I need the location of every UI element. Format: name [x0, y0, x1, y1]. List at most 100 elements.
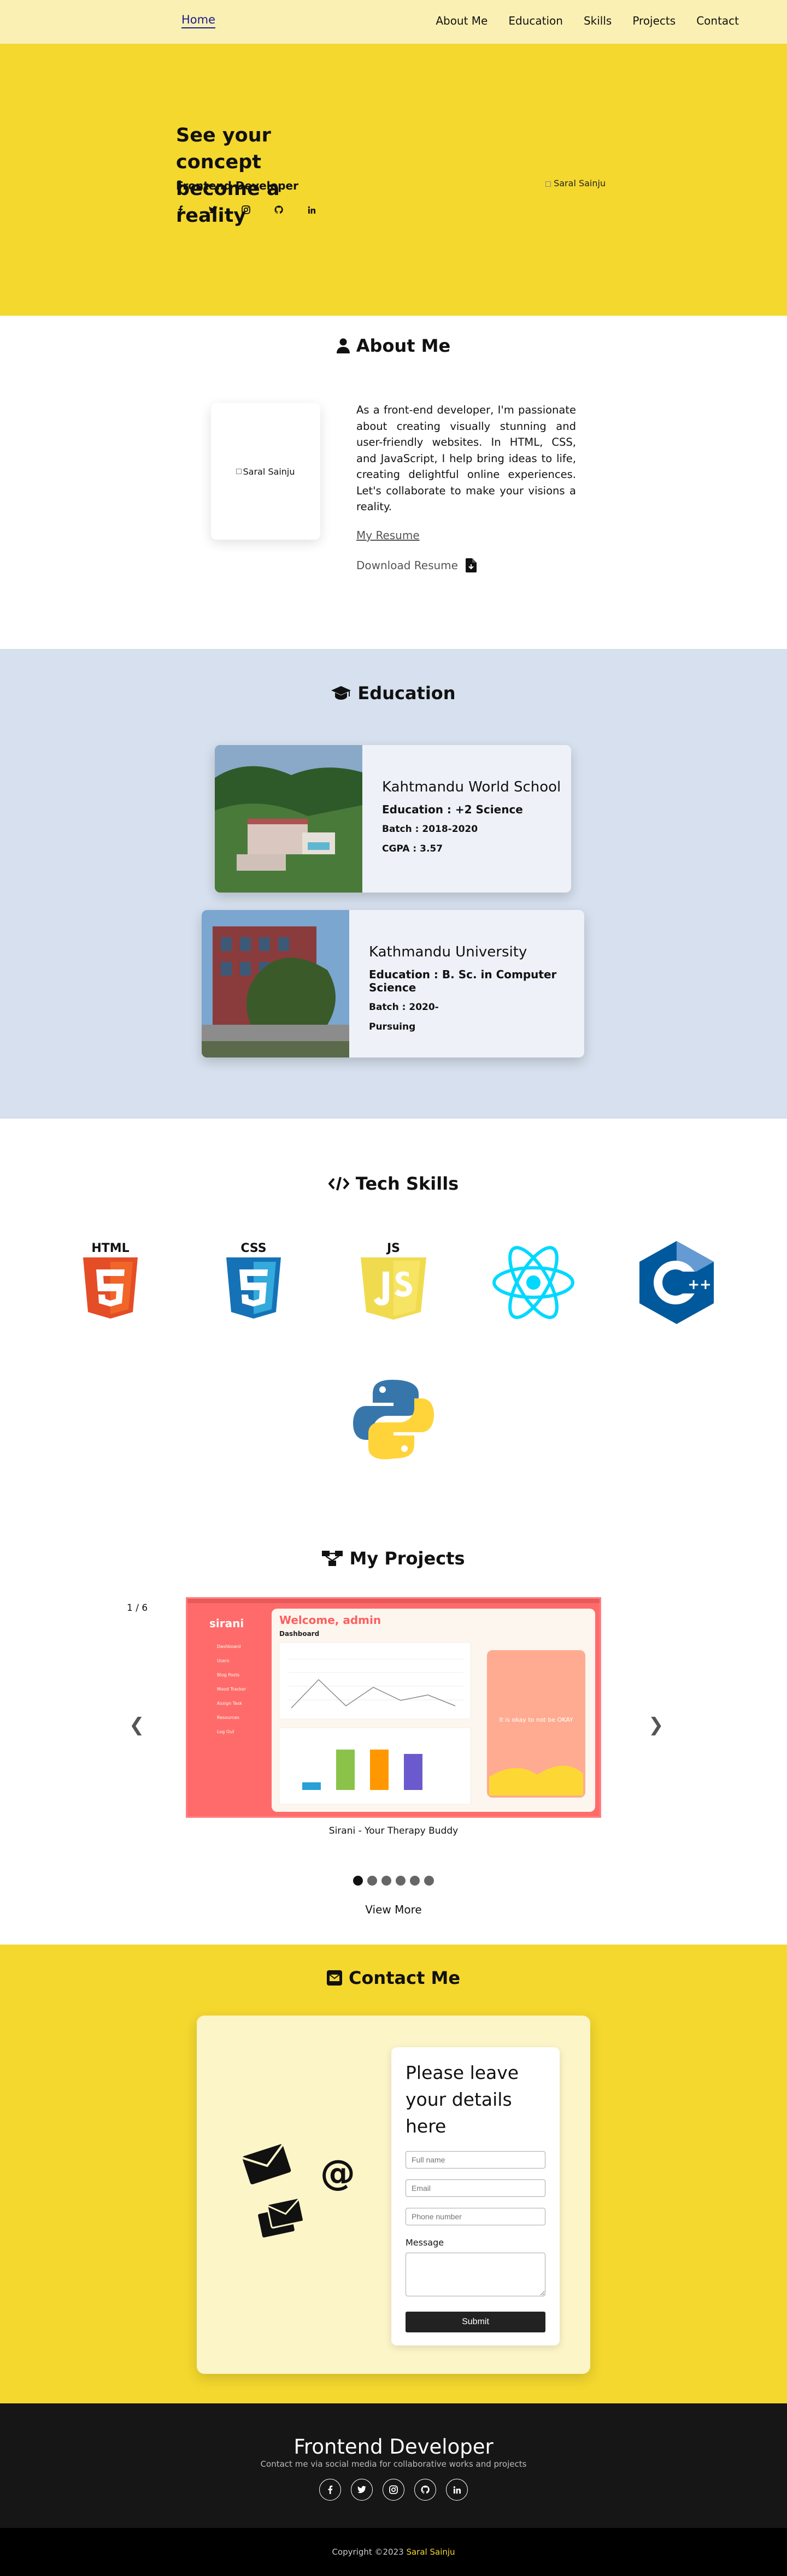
twitter-icon[interactable]: [209, 205, 218, 214]
form-heading: Please leave your details here: [406, 2062, 519, 2137]
slide-dot[interactable]: [410, 1876, 420, 1886]
hero-portrait-alt: Saral Sainju: [554, 178, 606, 188]
nav-education-link[interactable]: Education: [508, 14, 563, 27]
slide-dot[interactable]: [367, 1876, 377, 1886]
copyright-bar: Copyright ©2023 Saral Sainju: [0, 2528, 787, 2576]
nav-about-link[interactable]: About Me: [436, 14, 488, 27]
project-menu-item: Users: [217, 1658, 229, 1663]
resume-link[interactable]: My Resume: [356, 529, 420, 542]
education-info: Kathmandu University Education : B. Sc. …: [369, 944, 584, 1041]
github-icon[interactable]: [414, 2479, 436, 2501]
copyright-name: Saral Sainju: [406, 2547, 455, 2557]
copyright-text: Copyright ©2023: [332, 2547, 404, 2557]
education-info: Kahtmandu World School Education : +2 Sc…: [382, 779, 561, 863]
skills-title: Tech Skills: [0, 1173, 787, 1194]
broken-image-icon: [545, 181, 551, 187]
project-menu-item: Blog Posts: [217, 1673, 239, 1677]
contact-section: Contact Me @ Please leave your details h…: [0, 1945, 787, 2403]
projects-title-text: My Projects: [349, 1548, 465, 1569]
education-level: Education : B. Sc. in Computer Science: [369, 968, 557, 994]
education-card: Kathmandu University Education : B. Sc. …: [202, 910, 584, 1057]
project-dashboard-title: Dashboard: [279, 1630, 319, 1638]
python-icon: [353, 1380, 434, 1460]
code-icon: [328, 1177, 349, 1191]
view-more-link[interactable]: View More: [0, 1903, 787, 1916]
project-welcome: Welcome, admin: [279, 1614, 381, 1627]
sitemap-icon: [322, 1551, 343, 1566]
html5-icon: HTML: [83, 1242, 138, 1319]
school-image: [215, 745, 362, 893]
linkedin-icon[interactable]: [446, 2479, 468, 2501]
project-menu-item: Assign Task: [217, 1701, 242, 1706]
svg-text:CSS: CSS: [240, 1242, 266, 1255]
graduation-cap-icon: [331, 686, 351, 700]
footer-title: Frontend Developer: [293, 2435, 494, 2459]
education-status: Pursuing: [369, 1021, 416, 1032]
hero-section: See your concept become a reality Fronte…: [0, 44, 787, 316]
nav-contact-link[interactable]: Contact: [696, 14, 739, 27]
facebook-icon[interactable]: [319, 2479, 341, 2501]
download-resume-button[interactable]: Download Resume: [356, 558, 477, 572]
project-promo: It is okay to not be OKAY: [499, 1716, 573, 1723]
contact-title: Contact Me: [0, 1968, 787, 1988]
project-brand: sirani: [209, 1617, 244, 1630]
project-menu-item: Mood Tracker: [217, 1687, 246, 1692]
facebook-icon[interactable]: [176, 205, 185, 214]
about-text: As a front-end developer, I'm passionate…: [356, 404, 576, 513]
hero-socials: [176, 205, 316, 214]
instagram-icon[interactable]: [242, 205, 250, 214]
slide-counter: 1 / 6: [127, 1603, 148, 1614]
slide-indicators: [0, 1876, 787, 1886]
skills-title-text: Tech Skills: [355, 1173, 459, 1194]
education-card: Kahtmandu World School Education : +2 Sc…: [215, 745, 571, 893]
nav-projects-link[interactable]: Projects: [632, 14, 676, 27]
education-section: Education Kahtmandu World School Educati…: [0, 649, 787, 1119]
message-label: Message: [406, 2237, 444, 2248]
user-icon: [336, 338, 350, 353]
react-icon: [492, 1246, 574, 1319]
school-name: Kathmandu University: [369, 944, 527, 960]
phone-input[interactable]: [406, 2208, 545, 2225]
about-section: About Me Saral Sainju As a front-end dev…: [0, 316, 787, 649]
about-title-text: About Me: [356, 335, 451, 356]
fullname-input[interactable]: [406, 2151, 545, 2169]
education-cgpa: CGPA : 3.57: [382, 843, 443, 854]
about-title: About Me: [0, 335, 787, 356]
css3-icon: CSS: [226, 1242, 281, 1319]
slide-dot[interactable]: [381, 1876, 391, 1886]
cplusplus-icon: ++: [639, 1241, 714, 1324]
slide-dot[interactable]: [396, 1876, 406, 1886]
education-title-text: Education: [357, 683, 456, 704]
linkedin-icon[interactable]: [307, 205, 316, 214]
project-menu-item: Dashboard: [217, 1644, 240, 1649]
nav-home-link[interactable]: Home: [181, 13, 216, 28]
next-slide-button[interactable]: ❯: [648, 1714, 664, 1736]
project-screenshot[interactable]: sirani Dashboard Users Blog Posts Mood T…: [186, 1597, 601, 1818]
download-resume-label: Download Resume: [356, 559, 458, 572]
submit-button[interactable]: Submit: [406, 2312, 545, 2332]
prev-slide-button[interactable]: ❮: [129, 1714, 145, 1736]
twitter-icon[interactable]: [351, 2479, 373, 2501]
nav-skills-link[interactable]: Skills: [584, 14, 612, 27]
projects-title: My Projects: [0, 1548, 787, 1569]
school-name: Kahtmandu World School: [382, 779, 561, 795]
message-textarea[interactable]: [406, 2253, 545, 2296]
hero-portrait: Saral Sainju: [545, 178, 606, 188]
navbar: Home About Me Education Skills Projects …: [0, 0, 787, 44]
github-icon[interactable]: [274, 205, 283, 214]
instagram-icon[interactable]: [383, 2479, 404, 2501]
education-batch: Batch : 2018-2020: [382, 824, 478, 835]
education-title: Education: [0, 683, 787, 704]
education-batch: Batch : 2020-: [369, 1002, 439, 1013]
project-menu-item: Resources: [217, 1715, 239, 1720]
skills-section: Tech Skills HTML CSS JS ++: [0, 1119, 787, 1534]
broken-image-icon: [236, 469, 242, 474]
project-menu-item: Log Out: [217, 1729, 234, 1734]
footer-socials: [0, 2479, 787, 2501]
slide-dot[interactable]: [353, 1876, 363, 1886]
email-input[interactable]: [406, 2179, 545, 2197]
slide-dot[interactable]: [424, 1876, 434, 1886]
envelope-square-icon: [326, 1970, 342, 1986]
file-download-icon: [465, 558, 477, 572]
svg-text:++: ++: [688, 1277, 712, 1293]
